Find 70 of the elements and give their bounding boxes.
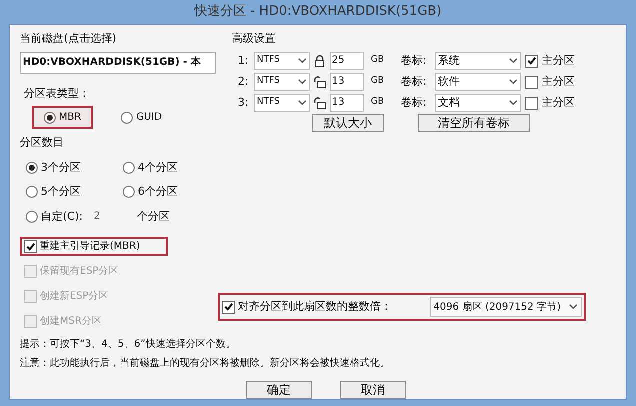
lock-icon[interactable] [314,54,326,68]
radio-label: 自定(C): [41,208,83,224]
volume-label-dropdown[interactable]: 文档 [435,94,521,112]
checkbox-label: 重建主引导记录(MBR) [40,240,140,254]
radio-button[interactable] [44,112,56,124]
hint-text: 提示：可按下“3、4、5、6”快速选择分区个数。 [20,338,237,352]
checkbox[interactable] [24,240,37,253]
radio-button[interactable] [26,186,38,198]
checkbox[interactable] [525,76,538,88]
filesystem-dropdown[interactable]: NTFS [254,94,310,112]
row-number: 3: [238,94,250,111]
size-field[interactable]: 13 [330,94,364,112]
radio-button[interactable] [26,162,38,174]
radio-button[interactable] [123,186,135,198]
chevron-down-icon [298,100,307,106]
checkbox-label: 主分区 [542,94,575,111]
radio-label: 6个分区 [138,184,178,200]
checkbox-label: 主分区 [542,74,575,90]
window-title: 快速分区 - HD0:VBOXHARDDISK(51GB) [193,3,443,22]
checkbox-label: 对齐分区到此扇区数的整数倍： [238,298,393,315]
push-button[interactable]: 取消 [340,381,406,399]
radio-label: 3个分区 [41,160,81,176]
disk-dropdown[interactable]: HD0:VBOXHARDDISK(51GB) - 本 [20,52,216,74]
size-field[interactable]: 13 [330,73,364,91]
unlock-icon[interactable] [314,76,326,88]
checkbox[interactable] [525,96,538,110]
push-button[interactable]: 清空所有卷标 [418,114,530,132]
chevron-down-icon [298,79,307,85]
checkbox[interactable] [525,54,538,68]
alignment-dropdown[interactable]: 4096 扇区 (2097152 字节) [430,297,582,317]
push-button[interactable]: 确定 [246,381,312,399]
radio-button[interactable] [121,112,134,124]
checkbox-label: 创建MSR分区 [40,314,102,329]
checkbox[interactable] [222,300,235,314]
volume-label-dropdown[interactable]: 软件 [435,73,521,91]
volume-label-caption: 卷标: [401,52,428,69]
section-label: 高级设置 [232,31,277,47]
spin-field[interactable]: 2 [94,209,134,224]
radio-label: 5个分区 [41,184,81,200]
radio-label: GUID [136,111,162,125]
radio-label: 4个分区 [138,160,178,176]
hint-text: 注意：此功能执行后，当前磁盘上的现有分区将被删除。新分区将会被快速格式化。 [20,356,391,371]
unit-label: GB [371,96,386,110]
unit-label: 个分区 [136,208,170,224]
radio-button[interactable] [123,162,135,174]
section-label: 分区数目 [20,135,65,151]
chevron-down-icon [569,304,578,310]
checkbox-label: 保留现有ESP分区 [40,265,119,279]
unlock-icon[interactable] [314,96,326,110]
radio-label: MBR [59,111,82,125]
row-number: 1: [238,52,250,69]
checkbox-label: 创建新ESP分区 [40,290,109,304]
section-label: 分区表类型： [24,86,91,102]
volume-label-dropdown[interactable]: 系统 [435,52,521,70]
chevron-down-icon [298,58,307,64]
push-button[interactable]: 默认大小 [312,114,384,132]
size-field[interactable]: 25 [330,52,364,70]
checkbox-label: 主分区 [542,52,575,69]
volume-label-caption: 卷标: [401,94,428,111]
row-number: 2: [238,74,250,90]
chevron-down-icon [509,58,518,64]
filesystem-dropdown[interactable]: NTFS [254,52,310,70]
unit-label: GB [371,54,386,68]
volume-label-caption: 卷标: [401,74,428,90]
radio-button[interactable] [26,210,38,223]
chevron-down-icon [509,79,518,85]
unit-label: GB [371,75,386,88]
filesystem-dropdown[interactable]: NTFS [254,73,310,91]
chevron-down-icon [509,100,518,106]
disk-label: 当前磁盘(点击选择) [20,31,118,47]
